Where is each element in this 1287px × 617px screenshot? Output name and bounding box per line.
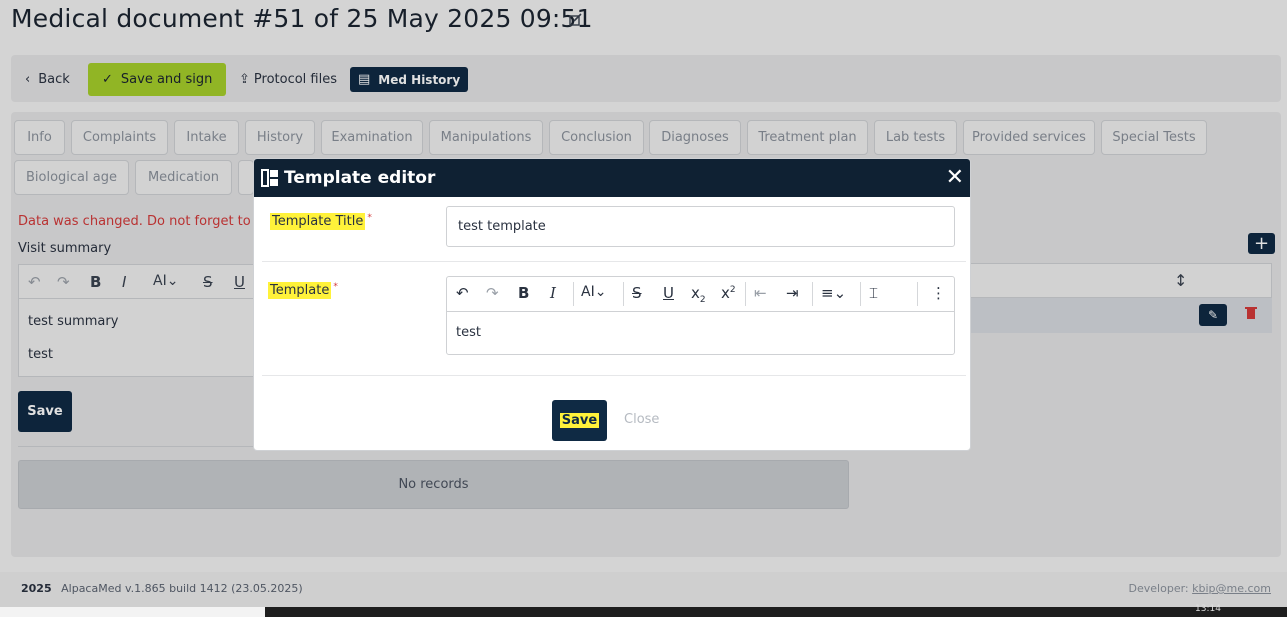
close-icon[interactable]: ✕: [946, 165, 964, 190]
template-editor-modal: Template editor ✕ Template Title * test t…: [253, 158, 971, 451]
template-title-label: Template Title *: [270, 213, 372, 231]
modal-title: Template editor: [284, 168, 436, 188]
strikethrough-icon[interactable]: S: [632, 284, 642, 302]
align-icon[interactable]: ≡⌄: [821, 284, 846, 302]
superscript-icon[interactable]: x2: [721, 284, 736, 302]
template-title-input[interactable]: test template: [446, 206, 955, 247]
italic-icon[interactable]: I: [550, 284, 556, 302]
redo-icon[interactable]: ↷: [486, 284, 499, 302]
bold-icon[interactable]: B: [518, 284, 529, 302]
template-body: test: [456, 325, 481, 340]
template-label: Template *: [268, 282, 338, 300]
modal-header: Template editor ✕: [254, 159, 970, 197]
modal-save-button[interactable]: Save: [552, 400, 607, 441]
undo-icon[interactable]: ↶: [456, 284, 469, 302]
taskbar-clock: 13:14: [1195, 604, 1221, 614]
font-size-icon[interactable]: AI⌄: [581, 284, 606, 300]
outdent-icon[interactable]: ⇤: [754, 284, 767, 302]
os-taskbar: 13:14: [0, 604, 1287, 617]
subscript-icon[interactable]: x2: [691, 284, 706, 305]
divider: [262, 375, 966, 376]
rte-toolbar: ↶ ↷ B I AI⌄ S U x2 x2 ⇤ ⇥ ≡⌄ ⌶ ⋮: [447, 277, 954, 312]
underline-icon[interactable]: U: [663, 284, 674, 302]
more-icon[interactable]: ⋮: [931, 284, 946, 302]
indent-icon[interactable]: ⇥: [786, 284, 799, 302]
template-rich-editor[interactable]: ↶ ↷ B I AI⌄ S U x2 x2 ⇤ ⇥ ≡⌄ ⌶ ⋮ test: [446, 276, 955, 355]
page-break-icon[interactable]: ⌶: [869, 284, 878, 302]
modal-close-button[interactable]: Close: [624, 412, 659, 427]
template-icon: [261, 169, 278, 187]
divider: [262, 261, 966, 262]
